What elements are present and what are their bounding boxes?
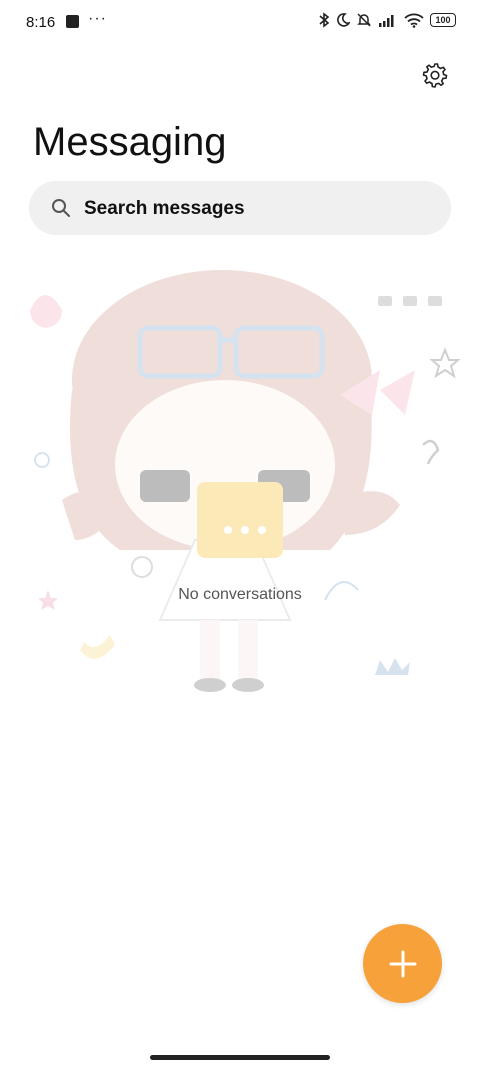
- search-placeholder: Search messages: [84, 198, 245, 219]
- plus-icon: [389, 950, 416, 977]
- search-bar[interactable]: Search messages: [29, 181, 451, 235]
- more-notifications-icon: ···: [88, 10, 107, 27]
- empty-state-text: No conversations: [178, 586, 302, 603]
- wifi-icon: [404, 13, 424, 28]
- status-bar: 8:16 ··· 100: [0, 0, 480, 46]
- status-icons: 100: [318, 12, 456, 28]
- app-notification-icon: [66, 15, 79, 28]
- empty-state-illustration: [30, 270, 461, 692]
- bluetooth-icon: [319, 12, 330, 28]
- home-indicator[interactable]: [150, 1055, 330, 1060]
- battery-icon: 100: [430, 13, 456, 27]
- bell-muted-icon: [357, 13, 371, 27]
- new-conversation-button[interactable]: [363, 924, 442, 1003]
- signal-icon: [379, 15, 394, 27]
- gear-icon: [422, 63, 448, 88]
- search-icon: [52, 199, 70, 217]
- moon-icon: [337, 13, 350, 27]
- page-title: Messaging: [33, 120, 227, 164]
- settings-button[interactable]: [419, 59, 451, 91]
- status-time: 8:16: [26, 14, 56, 31]
